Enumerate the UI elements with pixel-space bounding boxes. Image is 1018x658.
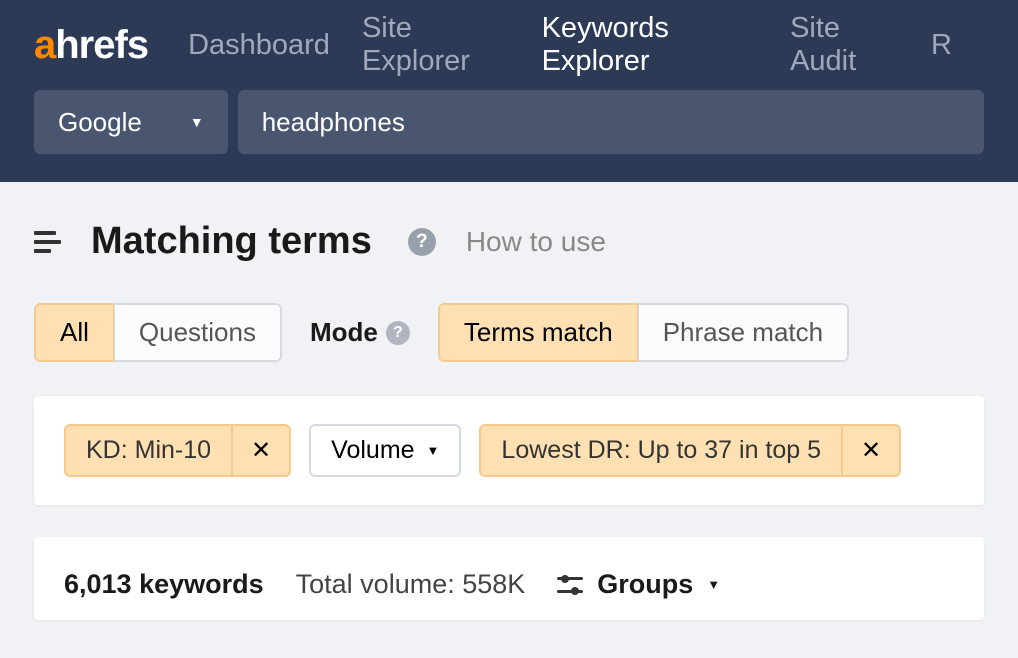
help-icon[interactable]: ?: [408, 228, 436, 256]
page-title: Matching terms: [91, 220, 372, 263]
close-icon[interactable]: ✕: [231, 426, 289, 475]
filter-kd-label: KD: Min-10: [66, 426, 231, 475]
search-engine-dropdown[interactable]: Google ▼: [34, 90, 228, 154]
search-engine-label: Google: [58, 107, 142, 138]
logo-rest: hrefs: [55, 23, 148, 67]
nav-item-site-explorer[interactable]: Site Explorer: [362, 12, 510, 78]
search-input[interactable]: [238, 90, 984, 154]
tab-phrase-match[interactable]: Phrase match: [638, 303, 849, 362]
help-icon[interactable]: ?: [386, 321, 410, 345]
logo[interactable]: ahrefs: [34, 23, 148, 68]
mode-tab-group: Terms match Phrase match: [438, 303, 849, 362]
filter-volume-dropdown[interactable]: Volume ▼: [309, 424, 461, 477]
filter-kd[interactable]: KD: Min-10 ✕: [64, 424, 291, 477]
close-icon[interactable]: ✕: [841, 426, 899, 475]
filter-dr[interactable]: Lowest DR: Up to 37 in top 5 ✕: [479, 424, 901, 477]
tab-questions[interactable]: Questions: [114, 303, 282, 362]
logo-first: a: [34, 23, 55, 67]
filter-dr-label: Lowest DR: Up to 37 in top 5: [481, 426, 841, 475]
nav-item-site-audit[interactable]: Site Audit: [790, 12, 899, 78]
nav-item-truncated[interactable]: R: [931, 29, 952, 62]
groups-control[interactable]: Groups ▼: [557, 569, 720, 600]
chevron-down-icon: ▼: [427, 443, 440, 458]
chevron-down-icon: ▼: [190, 114, 204, 130]
tab-terms-match[interactable]: Terms match: [438, 303, 638, 362]
total-volume: Total volume: 558K: [296, 569, 526, 600]
keywords-count: 6,013 keywords: [64, 569, 264, 600]
groups-label: Groups: [597, 569, 693, 600]
filter-volume-label: Volume: [331, 436, 414, 465]
menu-icon[interactable]: [34, 231, 61, 253]
sliders-icon: [557, 575, 583, 595]
mode-label: Mode ?: [310, 317, 410, 348]
filters-row: KD: Min-10 ✕ Volume ▼ Lowest DR: Up to 3…: [34, 396, 984, 505]
tab-all[interactable]: All: [34, 303, 114, 362]
nav-item-dashboard[interactable]: Dashboard: [188, 29, 330, 62]
how-to-use-link[interactable]: How to use: [466, 226, 606, 258]
chevron-down-icon: ▼: [707, 577, 720, 592]
filter-tab-group: All Questions: [34, 303, 282, 362]
nav-item-keywords-explorer[interactable]: Keywords Explorer: [542, 12, 758, 78]
